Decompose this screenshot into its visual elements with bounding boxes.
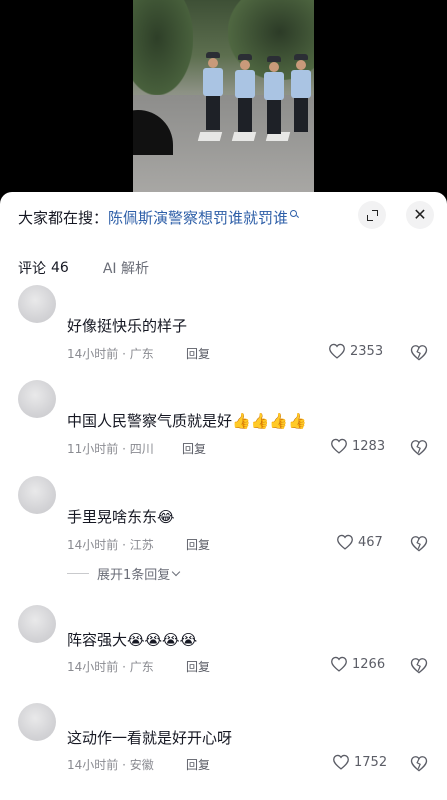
comment-text: 中国人民警察气质就是好👍👍👍👍 — [67, 412, 307, 430]
video-player[interactable] — [0, 0, 447, 200]
comment-text: 这动作一看就是好开心呀 — [67, 729, 233, 747]
like-button[interactable]: 2353 — [328, 343, 383, 359]
like-button[interactable]: 1266 — [330, 656, 385, 672]
tab-comments-count: 46 — [51, 260, 69, 276]
video-police-officer — [235, 54, 255, 132]
trending-search[interactable]: 大家都在搜： 陈佩斯演警察想罚谁就罚谁 — [18, 206, 299, 228]
heart-icon — [331, 656, 347, 672]
tab-ai-analysis-label: AI 解析 — [102, 261, 149, 277]
chevron-down-icon — [172, 567, 181, 576]
trending-search-prefix: 大家都在搜： — [18, 208, 109, 227]
like-count: 1752 — [354, 754, 388, 770]
comment-text: 手里晃啥东东😂 — [67, 508, 175, 526]
tab-ai-analysis[interactable]: AI 解析 — [103, 258, 149, 278]
expand-button[interactable] — [358, 201, 386, 229]
like-button[interactable]: 1752 — [332, 754, 387, 770]
comment-text: 阵容强大😭😭😭😭 — [67, 631, 198, 649]
dislike-icon[interactable] — [410, 535, 428, 552]
avatar[interactable] — [18, 605, 56, 643]
comment-time: 14小时前 — [67, 347, 119, 361]
comment-location: 广东 — [129, 660, 154, 674]
comment-location: 广东 — [129, 347, 154, 361]
avatar[interactable] — [18, 380, 56, 418]
like-button[interactable]: 467 — [336, 534, 383, 550]
comment-text: 好像挺快乐的样子 — [67, 317, 188, 335]
like-count: 1283 — [352, 438, 386, 454]
comment-meta: 14小时前 · 江苏 — [67, 538, 154, 552]
expand-replies-line — [67, 573, 89, 574]
avatar[interactable] — [18, 285, 56, 323]
video-crosswalk — [231, 132, 257, 141]
comment-panel: 大家都在搜： 陈佩斯演警察想罚谁就罚谁 ✕ 评论 46 AI 解析 好像挺快乐的… — [0, 192, 447, 800]
comment-meta: 14小时前 · 广东 — [67, 347, 154, 361]
expand-icon — [366, 209, 378, 221]
dislike-icon[interactable] — [410, 439, 428, 456]
expand-replies-label: 展开1条回复 — [97, 568, 171, 583]
reply-button[interactable]: 回复 — [186, 756, 210, 773]
like-count: 2353 — [350, 343, 384, 359]
close-icon: ✕ — [413, 205, 427, 224]
comment-tabs: 评论 46 AI 解析 — [18, 258, 183, 278]
video-crosswalk — [197, 132, 223, 141]
like-button[interactable]: 1283 — [330, 438, 385, 454]
comment-location: 江苏 — [129, 538, 154, 552]
avatar[interactable] — [18, 476, 56, 514]
heart-icon — [329, 343, 345, 359]
video-frame — [133, 0, 314, 200]
heart-icon — [331, 438, 347, 454]
comment-meta: 14小时前 · 广东 — [67, 660, 154, 674]
like-count: 467 — [358, 534, 383, 550]
comment-meta: 11小时前 · 四川 — [67, 442, 154, 456]
reply-button[interactable]: 回复 — [182, 440, 206, 457]
tab-comments-label: 评论 — [18, 261, 46, 277]
comment-time: 14小时前 — [67, 660, 119, 674]
video-police-officer — [291, 54, 311, 132]
comment-time: 11小时前 — [67, 442, 119, 456]
dislike-icon[interactable] — [410, 657, 428, 674]
expand-replies-button[interactable]: 展开1条回复 — [67, 564, 181, 583]
dislike-icon[interactable] — [410, 344, 428, 361]
comment-location: 安徽 — [129, 758, 154, 772]
comment-time: 14小时前 — [67, 758, 119, 772]
reply-button[interactable]: 回复 — [186, 658, 210, 675]
heart-icon — [337, 534, 353, 550]
comment-time: 14小时前 — [67, 538, 119, 552]
close-button[interactable]: ✕ — [406, 201, 434, 229]
video-police-officer — [203, 52, 223, 130]
video-police-officer — [264, 56, 284, 134]
reply-button[interactable]: 回复 — [186, 345, 210, 362]
like-count: 1266 — [352, 656, 386, 672]
tab-comments[interactable]: 评论 46 — [18, 258, 69, 278]
avatar[interactable] — [18, 703, 56, 741]
video-tree-left — [133, 0, 193, 95]
trending-search-term[interactable]: 陈佩斯演警察想罚谁就罚谁 — [108, 207, 288, 228]
search-icon — [290, 209, 299, 219]
comment-meta: 14小时前 · 安徽 — [67, 758, 154, 772]
heart-icon — [333, 754, 349, 770]
reply-button[interactable]: 回复 — [186, 536, 210, 553]
comment-location: 四川 — [129, 442, 154, 456]
dislike-icon[interactable] — [410, 755, 428, 772]
